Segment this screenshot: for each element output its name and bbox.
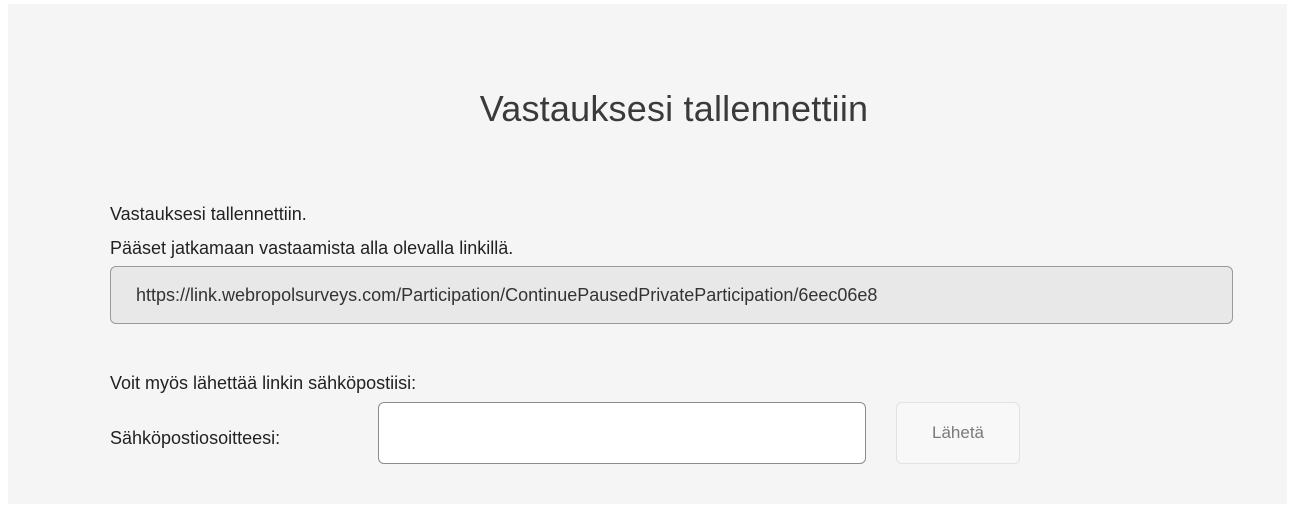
saved-response-panel: Vastauksesi tallennettiin Vastauksesi ta… (8, 4, 1287, 504)
continue-link-field[interactable]: https://link.webropolsurveys.com/Partici… (110, 266, 1233, 324)
continue-link-text[interactable]: https://link.webropolsurveys.com/Partici… (136, 285, 877, 306)
saved-message: Vastauksesi tallennettiin. (110, 204, 307, 224)
page-title: Vastauksesi tallennettiin (479, 88, 869, 129)
email-input[interactable] (378, 402, 866, 464)
send-button[interactable]: Lähetä (896, 402, 1020, 464)
continue-instructions: Pääset jatkamaan vastaamista alla oleval… (110, 238, 514, 258)
email-prompt: Voit myös lähettää linkin sähköpostiisi: (110, 373, 417, 393)
email-label: Sähköpostiosoitteesi: (110, 428, 281, 448)
